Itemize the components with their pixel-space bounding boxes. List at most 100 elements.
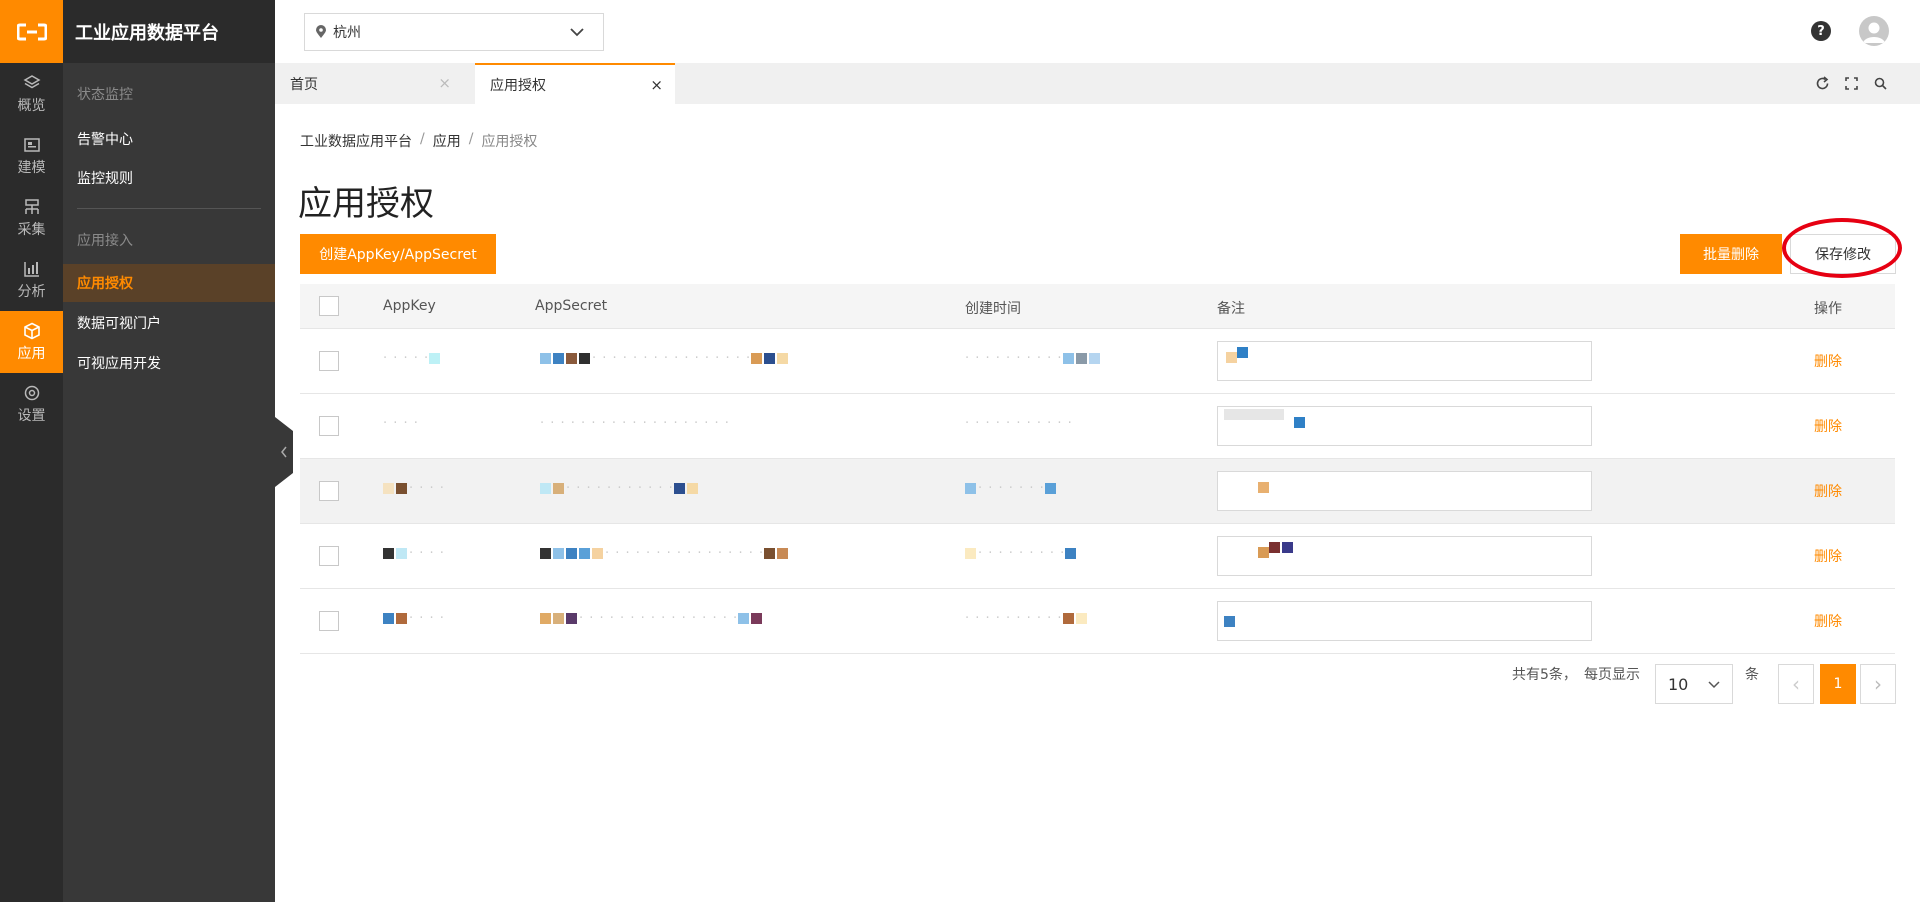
delete-link[interactable]: 删除 [1814, 546, 1842, 566]
redaction-block [1044, 483, 1056, 494]
appsecret-cell: · · · · · · · · · · · [540, 481, 700, 496]
user-icon [1863, 22, 1885, 43]
close-icon[interactable]: × [438, 74, 451, 92]
sidebar-item-alarm-center[interactable]: 告警中心 [63, 120, 275, 158]
delete-link[interactable]: 删除 [1814, 351, 1842, 371]
redaction-block [566, 613, 577, 624]
fullscreen-icon[interactable] [1844, 76, 1859, 91]
page-size-select[interactable]: 10 [1655, 664, 1733, 704]
sidebar-collapse-handle[interactable] [275, 417, 293, 487]
rail-label: 设置 [17, 407, 46, 424]
rail-settings[interactable]: 设置 [0, 373, 63, 435]
row-checkbox[interactable] [319, 416, 339, 436]
note-input[interactable] [1217, 406, 1592, 446]
batch-delete-button[interactable]: 批量删除 [1680, 234, 1782, 274]
created-time-cell: · · · · · · · [965, 481, 1058, 496]
created-time-cell: · · · · · · · · · · [965, 611, 1089, 626]
prev-page-button[interactable]: ‹ [1778, 664, 1814, 704]
sidebar-item-monitor-rules[interactable]: 监控规则 [63, 159, 275, 197]
create-appkey-button[interactable]: 创建AppKey/AppSecret [300, 234, 496, 274]
redaction-block [540, 483, 551, 494]
gear-icon [24, 385, 39, 400]
redaction-block [429, 353, 441, 364]
redaction-block [673, 483, 685, 494]
row-checkbox[interactable] [319, 481, 339, 501]
appsecret-cell: · · · · · · · · · · · · · · · · [540, 351, 790, 366]
redaction-block [592, 548, 603, 559]
search-icon[interactable] [1873, 76, 1888, 91]
row-checkbox[interactable] [319, 611, 339, 631]
note-input[interactable] [1217, 471, 1592, 511]
refresh-icon[interactable] [1815, 76, 1830, 91]
page-1-button[interactable]: 1 [1820, 664, 1856, 704]
select-all-checkbox[interactable] [319, 296, 339, 316]
redaction-block [751, 353, 763, 364]
redaction-block [1062, 353, 1074, 364]
redaction-block [777, 548, 789, 559]
logo[interactable] [0, 0, 63, 63]
column-header-actions: 操作 [1814, 301, 1842, 317]
redaction-block [1294, 417, 1305, 428]
masked-text: · · · · [409, 481, 445, 496]
sidebar-item-data-portal[interactable]: 数据可视门户 [63, 304, 275, 342]
appkey-table: AppKey AppSecret 创建时间 备注 操作 · · · · · · … [300, 284, 1895, 654]
rail-app[interactable]: 应用 [0, 311, 63, 373]
close-icon[interactable]: × [650, 76, 663, 94]
redaction-block [579, 353, 590, 364]
delete-link[interactable]: 删除 [1814, 481, 1842, 501]
breadcrumb-root[interactable]: 工业数据应用平台 [300, 131, 412, 151]
note-input[interactable] [1217, 536, 1592, 576]
redaction-block [1258, 547, 1269, 558]
rail-modeling[interactable]: 建模 [0, 125, 63, 187]
appsecret-cell: · · · · · · · · · · · · · · · · [540, 611, 764, 626]
rail-analysis[interactable]: 分析 [0, 249, 63, 311]
next-page-button[interactable]: › [1860, 664, 1896, 704]
redaction-block [396, 613, 407, 624]
redaction-block [764, 353, 776, 364]
row-checkbox[interactable] [319, 546, 339, 566]
redaction-block [553, 548, 564, 559]
redaction-block [396, 548, 407, 559]
cube-icon [23, 322, 40, 339]
rail-overview[interactable]: 概览 [0, 63, 63, 125]
redaction-block [1075, 353, 1087, 364]
note-input[interactable] [1217, 601, 1592, 641]
redaction-block [1226, 352, 1237, 363]
sidebar-item-visual-dev[interactable]: 可视应用开发 [63, 344, 275, 382]
masked-text: · · · · · · · · · [978, 546, 1066, 561]
masked-text: · · · · · · · · · · [965, 351, 1063, 366]
note-input[interactable] [1217, 341, 1592, 381]
help-icon[interactable]: ? [1811, 21, 1831, 41]
column-header-note: 备注 [1217, 301, 1245, 317]
created-time-cell: · · · · · · · · · [965, 546, 1078, 561]
delete-link[interactable]: 删除 [1814, 611, 1842, 631]
redaction-block [1224, 616, 1235, 627]
redaction-block [1224, 409, 1284, 420]
redaction-block [686, 483, 698, 494]
delete-link[interactable]: 删除 [1814, 416, 1842, 436]
masked-text: · · · · · · · · · · · · · · · · · · · [540, 416, 730, 431]
pagination-unit: 条 [1745, 667, 1759, 683]
platform-title: 工业应用数据平台 [63, 0, 275, 63]
tab-label: 首页 [290, 76, 318, 93]
breadcrumb-mid[interactable]: 应用 [433, 131, 461, 151]
appsecret-cell: · · · · · · · · · · · · · · · · · · · [540, 416, 730, 431]
redaction-block [553, 483, 564, 494]
layers-icon [22, 74, 41, 88]
masked-text: · · · · · · · · · · · [965, 416, 1073, 431]
redaction-block [1088, 353, 1100, 364]
sidebar-item-app-auth[interactable]: 应用授权 [63, 264, 275, 302]
tab-app-auth[interactable]: 应用授权 × [475, 63, 675, 104]
rail-label: 分析 [17, 283, 46, 300]
sidebar-divider [77, 208, 261, 209]
appkey-cell: · · · · [383, 416, 419, 431]
row-checkbox[interactable] [319, 351, 339, 371]
user-avatar[interactable] [1859, 16, 1889, 46]
icon-rail: 概览 建模 采集 分析 应用 设置 [0, 0, 63, 902]
masked-text: · · · · [409, 546, 445, 561]
appkey-cell: · · · · [383, 481, 445, 496]
rail-collect[interactable]: 采集 [0, 187, 63, 249]
city-select[interactable]: 杭州 [304, 13, 604, 51]
tab-home[interactable]: 首页 × [275, 63, 463, 104]
table-header: AppKey AppSecret 创建时间 备注 操作 [300, 284, 1895, 329]
